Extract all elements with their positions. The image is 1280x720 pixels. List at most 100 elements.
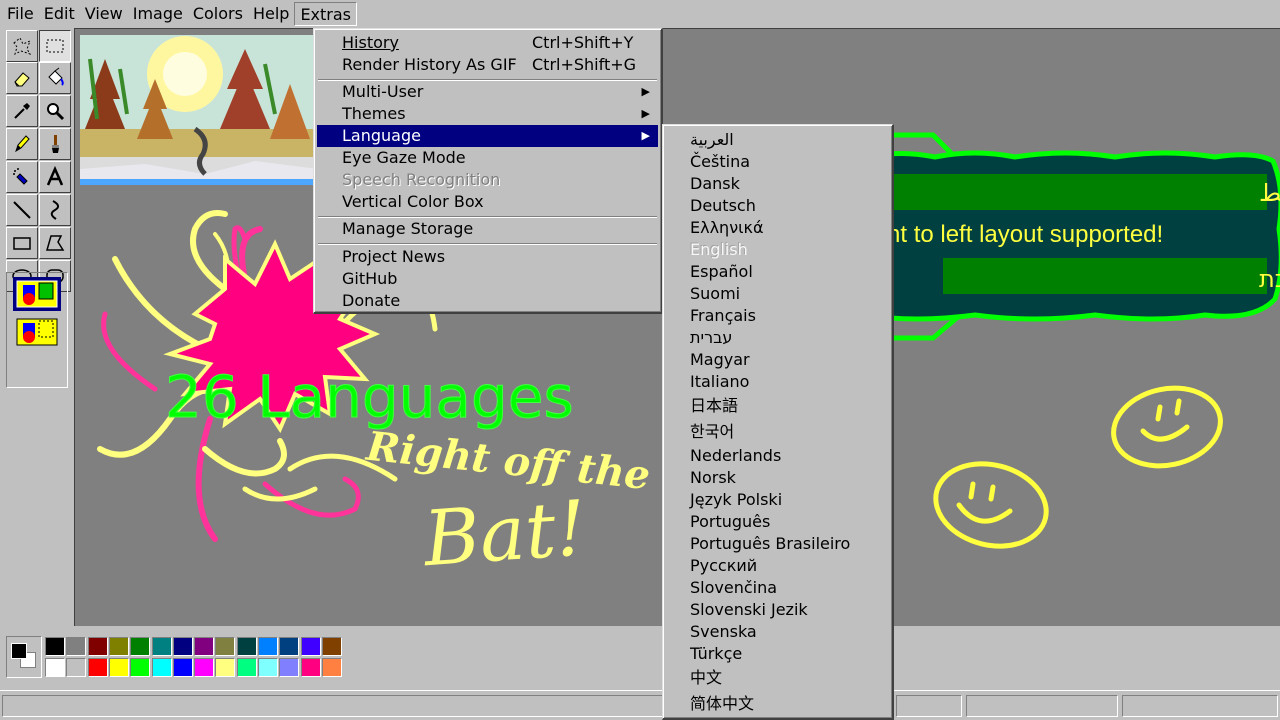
polygon-tool[interactable] [39,227,71,259]
palette-swatch[interactable] [108,637,129,656]
fill-bucket-tool[interactable] [39,62,71,94]
canvas-bat-text: Bat! [419,483,589,583]
foreground-color-swatch[interactable] [11,643,27,659]
landscape-painting [80,35,318,185]
menu-item-multi-user[interactable]: Multi-User ▶ [317,81,658,103]
palette-swatch[interactable] [108,658,129,677]
palette-swatch[interactable] [194,658,215,677]
palette-swatch[interactable] [172,658,193,677]
palette-swatch[interactable] [172,637,193,656]
menu-edit-label: Edit [43,4,75,23]
palette-swatch[interactable] [130,637,151,656]
palette-swatch[interactable] [45,637,65,656]
language-option[interactable]: 中文 [666,667,889,689]
language-option[interactable]: Magyar [666,349,889,371]
palette-swatch[interactable] [215,637,236,656]
palette-swatch[interactable] [279,637,300,656]
language-option[interactable]: Čeština [666,151,889,173]
eraser-tool[interactable] [6,62,38,94]
color-picker-tool[interactable] [6,95,38,127]
menu-image[interactable]: Image [128,2,188,26]
language-option[interactable]: Deutsch [666,195,889,217]
language-option[interactable]: Italiano [666,371,889,393]
palette-swatch[interactable] [45,658,65,677]
magnifier-tool[interactable] [39,95,71,127]
palette-swatch[interactable] [130,658,151,677]
free-form-select-tool[interactable] [6,30,38,62]
language-option[interactable]: 日本語 [666,395,889,417]
rect-select-tool[interactable] [39,30,71,62]
language-option[interactable]: Français [666,305,889,327]
project-news-label: Project News [342,247,446,266]
text-tool[interactable] [39,161,71,193]
language-option[interactable]: 한국어 [666,421,889,443]
palette-swatch[interactable] [194,637,215,656]
language-option[interactable]: Português Brasileiro [666,533,889,555]
menu-item-manage-storage[interactable]: Manage Storage [317,218,658,240]
language-option[interactable]: Русский [666,555,889,577]
menu-view[interactable]: View [80,2,128,26]
airbrush-tool[interactable] [6,161,38,193]
palette-swatch[interactable] [236,637,257,656]
menu-help[interactable]: Help [248,2,294,26]
status-size [966,695,1118,717]
palette-swatch[interactable] [66,637,87,656]
brush-tool[interactable] [39,128,71,160]
language-option[interactable]: Português [666,511,889,533]
menu-item-project-news[interactable]: Project News [317,246,658,268]
pencil-tool[interactable] [6,128,38,160]
current-colors[interactable] [6,636,42,678]
language-option[interactable]: Suomi [666,283,889,305]
menu-item-github[interactable]: GitHub [317,268,658,290]
language-option[interactable]: Español [666,261,889,283]
language-option[interactable]: Slovenčina [666,577,889,599]
curve-tool[interactable] [39,194,71,226]
menu-item-speech-recognition: Speech Recognition [317,169,658,191]
language-option[interactable]: العربية [666,129,889,151]
menu-item-donate[interactable]: Donate [317,290,658,312]
menu-item-vertical-color-box[interactable]: Vertical Color Box [317,191,658,213]
menu-edit[interactable]: Edit [39,2,80,26]
palette-swatch[interactable] [151,637,172,656]
language-option[interactable]: Svenska [666,621,889,643]
rectangle-tool[interactable] [6,227,38,259]
menu-item-language[interactable]: Language ▶ [317,125,658,147]
palette-swatch[interactable] [300,658,321,677]
free-form-select-icon [13,37,32,55]
palette-swatch[interactable] [151,658,172,677]
palette-swatch[interactable] [87,637,108,656]
palette-swatch[interactable] [87,658,108,677]
palette-swatch[interactable] [258,658,278,677]
palette-swatch[interactable] [66,658,87,677]
menu-file[interactable]: File [2,2,39,26]
palette-swatch[interactable] [279,658,300,677]
language-option[interactable]: Türkçe [666,643,889,665]
palette-swatch[interactable] [300,637,321,656]
menu-item-render-gif[interactable]: Render History As GIF Ctrl+Shift+G [317,54,658,76]
language-option[interactable]: Język Polski [666,489,889,511]
language-option[interactable]: Slovenski Jezik [666,599,889,621]
menu-item-eye-gaze[interactable]: Eye Gaze Mode [317,147,658,169]
menu-colors[interactable]: Colors [188,2,248,26]
palette-swatch[interactable] [258,637,278,656]
language-option[interactable]: Norsk [666,467,889,489]
selection-opaque-option[interactable] [13,277,61,311]
palette-swatch[interactable] [321,658,342,677]
palette-swatch[interactable] [236,658,257,677]
menu-item-themes[interactable]: Themes ▶ [317,103,658,125]
language-option[interactable]: 简体中文 [666,693,889,715]
menu-item-history[interactable]: History Ctrl+Shift+Y [317,32,658,54]
language-option[interactable]: עברית [666,327,889,349]
language-option[interactable]: Dansk [666,173,889,195]
selection-transparent-option[interactable] [13,315,61,349]
palette-swatch[interactable] [321,637,342,656]
palette-swatch[interactable] [215,658,236,677]
menu-help-label: Help [252,4,290,23]
line-tool[interactable] [6,194,38,226]
history-label: History [342,33,399,52]
language-option[interactable]: Nederlands [666,445,889,467]
language-option[interactable]: Ελληνικά [666,217,889,239]
eyedropper-icon [14,103,30,119]
menu-colors-label: Colors [192,4,243,23]
menu-extras[interactable]: Extras [294,2,358,26]
